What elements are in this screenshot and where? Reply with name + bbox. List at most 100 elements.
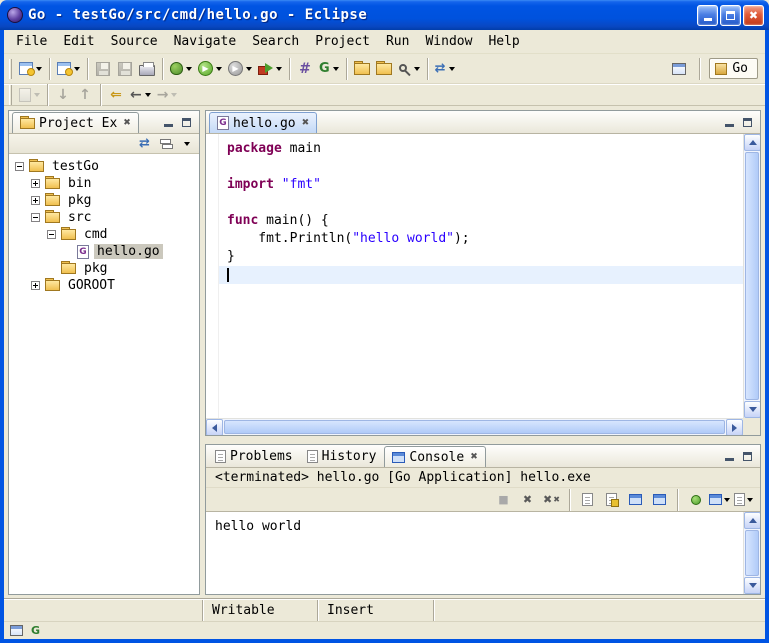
maximize-window-button[interactable] [720, 5, 741, 26]
annotation-nav-button[interactable] [16, 83, 43, 107]
scroll-up-button[interactable] [744, 134, 760, 151]
titlebar[interactable]: Go - testGo/src/cmd/hello.go - Eclipse ✖ [0, 0, 769, 30]
menu-search[interactable]: Search [244, 32, 307, 51]
previous-annotation-button[interactable]: ↑ [74, 83, 96, 107]
editor-vertical-scrollbar[interactable] [743, 134, 760, 418]
menu-navigate[interactable]: Navigate [166, 32, 245, 51]
back-button[interactable]: ← [127, 83, 154, 107]
tab-history[interactable]: History [300, 446, 384, 467]
annotation-ruler[interactable] [206, 134, 219, 418]
new-go-app-button[interactable]: # [294, 57, 316, 81]
close-window-button[interactable]: ✖ [743, 5, 764, 26]
scroll-left-button[interactable] [206, 419, 223, 435]
editor-horizontal-scrollbar[interactable] [206, 418, 743, 435]
tree-item-goroot[interactable]: GOROOT [9, 277, 199, 294]
menu-file[interactable]: File [8, 32, 55, 51]
search-button[interactable] [395, 57, 423, 81]
forward-button[interactable]: → [154, 83, 181, 107]
last-edit-location-button[interactable]: ⇐ [105, 83, 127, 107]
scrollbar-thumb[interactable] [745, 152, 759, 400]
project-tree[interactable]: testGo bin pkg src [9, 154, 199, 594]
pin-console-button[interactable] [685, 490, 706, 510]
external-tools-button[interactable] [255, 57, 285, 81]
tab-close-icon[interactable]: ✖ [468, 452, 478, 462]
open-resource-button[interactable] [351, 57, 373, 81]
tree-item-hello-go[interactable]: G hello.go [9, 243, 199, 260]
scroll-down-button[interactable] [744, 577, 760, 594]
fast-view-button[interactable] [10, 624, 23, 637]
collapse-all-button[interactable] [159, 137, 172, 150]
scroll-lock-button[interactable] [601, 490, 622, 510]
terminate-button[interactable]: ■ [493, 490, 514, 510]
close-icon: ✖ [749, 10, 758, 21]
tab-problems[interactable]: Problems [208, 446, 300, 467]
tree-item-pkg[interactable]: pkg [9, 192, 199, 209]
console-vertical-scrollbar[interactable] [743, 512, 760, 594]
collapse-expander-icon[interactable] [47, 230, 56, 239]
print-button[interactable] [136, 57, 158, 81]
next-annotation-button[interactable]: ↓ [52, 83, 74, 107]
tab-close-icon[interactable]: ✖ [300, 118, 310, 128]
scrollbar-thumb[interactable] [745, 530, 759, 576]
link-with-editor-button[interactable]: ⇄ [138, 137, 151, 150]
menu-help[interactable]: Help [480, 32, 527, 51]
open-console-button[interactable] [733, 490, 754, 510]
minimize-window-button[interactable] [697, 5, 718, 26]
menu-window[interactable]: Window [417, 32, 480, 51]
save-all-icon [118, 62, 132, 76]
run-history-button[interactable]: ▶ [225, 57, 255, 81]
tree-item-src[interactable]: src [9, 209, 199, 226]
new-go-element-button[interactable] [54, 57, 83, 81]
open-perspective-button[interactable] [668, 57, 690, 81]
menu-edit[interactable]: Edit [55, 32, 102, 51]
new-wizard-button[interactable] [16, 57, 45, 81]
collapse-expander-icon[interactable] [15, 162, 24, 171]
display-console-button[interactable] [709, 490, 730, 510]
menu-run[interactable]: Run [378, 32, 417, 51]
open-project-button[interactable] [373, 57, 395, 81]
remove-all-launches-button[interactable]: ✖✖ [541, 490, 562, 510]
code-area[interactable]: package main import "fmt" func main() { … [219, 134, 743, 418]
remove-launch-button[interactable]: ✖ [517, 490, 538, 510]
collapse-expander-icon[interactable] [31, 213, 40, 222]
show-console-on-output-button[interactable] [649, 490, 670, 510]
tree-item-bin[interactable]: bin [9, 175, 199, 192]
minimize-view-button[interactable] [162, 116, 175, 129]
tab-close-icon[interactable]: ✖ [121, 118, 131, 128]
word-wrap-button[interactable] [625, 490, 646, 510]
expand-expander-icon[interactable] [31, 196, 40, 205]
menu-source[interactable]: Source [103, 32, 166, 51]
debug-button[interactable] [167, 57, 195, 81]
clear-console-button[interactable] [577, 490, 598, 510]
save-all-button[interactable] [114, 57, 136, 81]
toolbar-drag-handle[interactable] [9, 59, 12, 79]
maximize-view-button[interactable] [741, 450, 754, 463]
save-button[interactable] [92, 57, 114, 81]
maximize-view-button[interactable] [180, 116, 193, 129]
go-perspective-button[interactable]: Go [709, 58, 758, 79]
scroll-right-button[interactable] [726, 419, 743, 435]
go-trim-button[interactable]: G [29, 624, 42, 637]
tab-hello-go[interactable]: G hello.go ✖ [209, 112, 317, 133]
minimize-view-button[interactable] [723, 450, 736, 463]
run-button[interactable]: ▶ [195, 57, 225, 81]
tree-item-testgo[interactable]: testGo [9, 158, 199, 175]
view-menu-button[interactable] [180, 137, 193, 150]
scrollbar-thumb[interactable] [224, 420, 725, 434]
scroll-up-button[interactable] [744, 512, 760, 529]
expand-expander-icon[interactable] [31, 281, 40, 290]
toolbar-drag-handle[interactable] [9, 85, 12, 105]
maximize-view-button[interactable] [741, 116, 754, 129]
expand-expander-icon[interactable] [31, 179, 40, 188]
project-folder-icon [29, 161, 44, 172]
sync-button[interactable]: ⇄ [432, 57, 458, 81]
tree-item-pkg-src[interactable]: pkg [9, 260, 199, 277]
tab-console[interactable]: Console ✖ [384, 446, 485, 467]
tab-project-explorer[interactable]: Project Ex ✖ [12, 112, 139, 133]
menu-project[interactable]: Project [307, 32, 378, 51]
scroll-down-button[interactable] [744, 401, 760, 418]
console-output-area[interactable]: hello world [206, 512, 760, 594]
tree-item-cmd[interactable]: cmd [9, 226, 199, 243]
go-tools-button[interactable]: G [316, 57, 342, 81]
minimize-view-button[interactable] [723, 116, 736, 129]
